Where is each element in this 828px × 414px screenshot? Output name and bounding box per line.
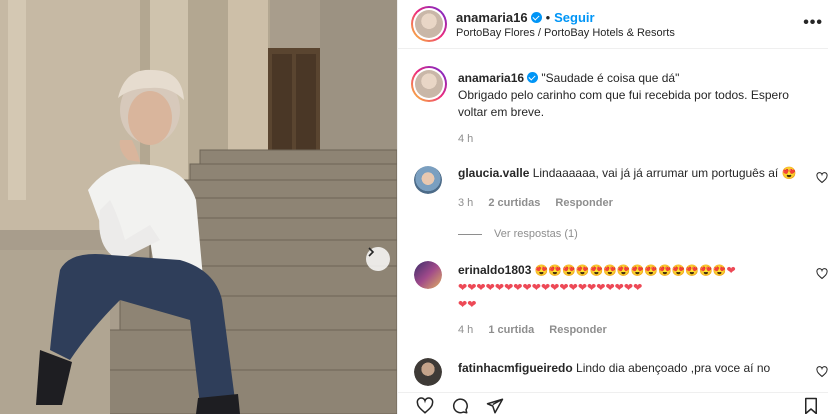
post-photo[interactable] xyxy=(0,0,397,414)
comment-1-username[interactable]: glaucia.valle xyxy=(458,166,529,180)
comment-3-username[interactable]: fatinhacmfigueiredo xyxy=(458,361,573,375)
comment-3: fatinhacmfigueiredo Lindo dia abençoado … xyxy=(458,360,770,377)
comment-1-likes[interactable]: 2 curtidas xyxy=(488,197,540,209)
comment-2-reply-button[interactable]: Responder xyxy=(549,324,606,336)
caption: anamaria16 "Saudade é coisa que dá" Obri… xyxy=(458,70,818,121)
comment-1-reply-button[interactable]: Responder xyxy=(555,197,612,209)
caption-line-1: "Saudade é coisa que dá" xyxy=(541,71,680,85)
comment-2-heart-icon[interactable] xyxy=(816,268,828,280)
post-location[interactable]: PortoBay Flores / PortoBay Hotels & Reso… xyxy=(456,27,675,39)
comment-1-time[interactable]: 3 h xyxy=(458,197,473,209)
next-photo-button[interactable] xyxy=(366,247,390,271)
verified-badge-icon xyxy=(530,12,542,23)
save-bookmark-icon[interactable] xyxy=(802,397,820,414)
view-replies-button[interactable]: Ver respostas (1) xyxy=(494,228,578,240)
action-bar xyxy=(398,392,828,414)
author-username[interactable]: anamaria16 xyxy=(456,10,528,25)
comment-avatar-2[interactable] xyxy=(414,261,442,289)
photo-scene xyxy=(0,0,397,414)
more-options-icon[interactable]: ••• xyxy=(803,14,823,32)
comment-2-emoji-line-2: ❤❤❤❤❤❤❤❤❤❤❤❤❤❤❤❤❤❤❤❤ xyxy=(458,282,643,294)
follow-button[interactable]: Seguir xyxy=(554,10,594,25)
comment-2-meta: 4 h 1 curtida Responder xyxy=(458,324,607,336)
comment-1-text: Lindaaaaaa, vai já já arrumar um portugu… xyxy=(532,166,797,180)
comment-2-likes[interactable]: 1 curtida xyxy=(488,324,534,336)
comment-avatar-3[interactable] xyxy=(414,358,442,386)
post-header: anamaria16 • Seguir PortoBay Flores / Port… xyxy=(398,0,828,49)
next-arrow-icon xyxy=(368,247,375,257)
header-title-row: anamaria16 • Seguir xyxy=(456,9,595,27)
comment-3-heart-icon[interactable] xyxy=(816,366,828,378)
post-details-panel: anamaria16 • Seguir PortoBay Flores / Port… xyxy=(397,0,828,414)
comment-2-emoji-line-1: 😍😍😍😍😍😍😍😍😍😍😍😍😍😍❤ xyxy=(534,265,736,277)
caption-avatar[interactable] xyxy=(411,66,447,102)
caption-verified-badge-icon xyxy=(527,72,539,83)
caption-line-3: voltar em breve. xyxy=(458,105,545,119)
comment-3-text: Lindo dia abençoado ,pra voce aí no xyxy=(576,361,771,375)
caption-line-2: Obrigado pelo carinho com que fui recebi… xyxy=(458,88,789,102)
view-replies-row[interactable]: Ver respostas (1) xyxy=(458,228,578,240)
comment-1: glaucia.valle Lindaaaaaa, vai já já arru… xyxy=(458,165,796,182)
comment-1-meta: 3 h 2 curtidas Responder xyxy=(458,197,613,209)
comment-icon[interactable] xyxy=(450,397,470,414)
heart-icon[interactable] xyxy=(415,397,435,414)
comment-2-time[interactable]: 4 h xyxy=(458,324,473,336)
author-avatar[interactable] xyxy=(411,6,447,42)
comment-avatar-1[interactable] xyxy=(414,166,442,194)
caption-username[interactable]: anamaria16 xyxy=(458,71,524,85)
comment-1-heart-icon[interactable] xyxy=(816,172,828,184)
caption-time[interactable]: 4 h xyxy=(458,133,473,145)
replies-divider xyxy=(458,233,482,235)
share-icon[interactable] xyxy=(485,397,505,414)
comment-2: erinaldo1803 😍😍😍😍😍😍😍😍😍😍😍😍😍😍❤ ❤❤❤❤❤❤❤❤❤❤❤… xyxy=(458,262,808,314)
comment-2-username[interactable]: erinaldo1803 xyxy=(458,263,531,277)
separator-dot: • xyxy=(545,10,551,25)
comment-2-emoji-line-3: ❤❤ xyxy=(458,299,477,311)
